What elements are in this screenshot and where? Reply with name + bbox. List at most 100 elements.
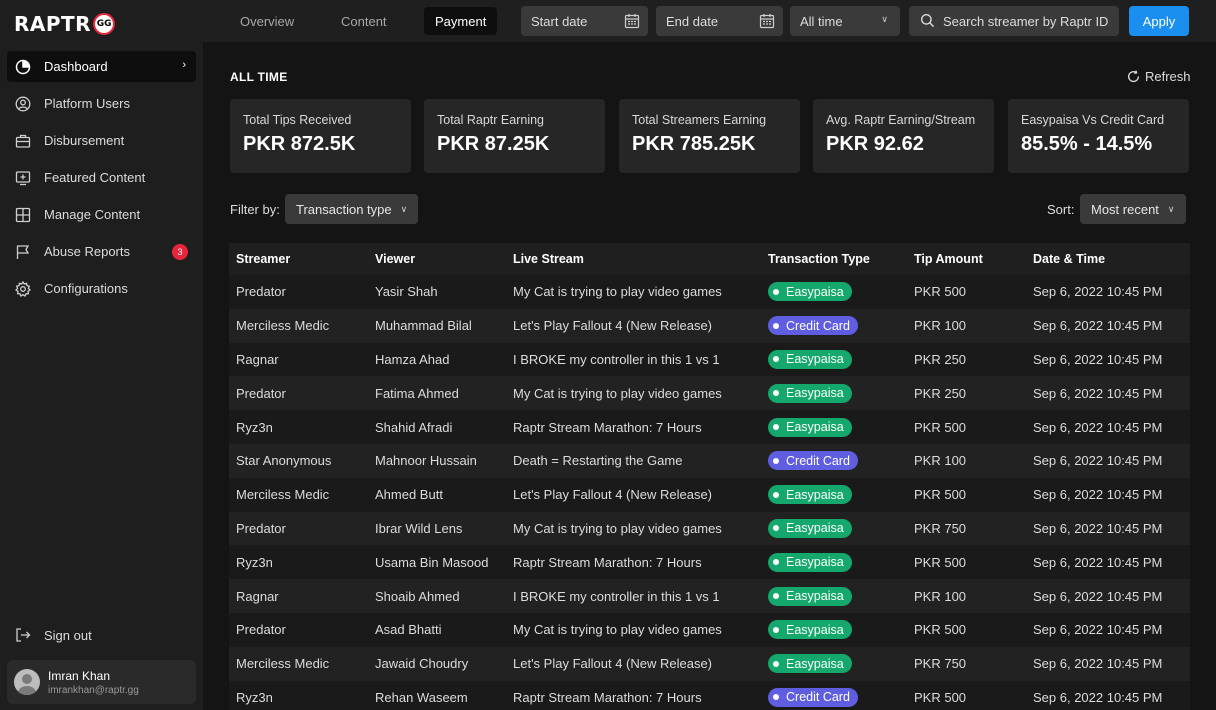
- viewer-cell: Usama Bin Masood: [368, 545, 506, 580]
- sidebar-item-label: Dashboard: [44, 59, 108, 74]
- table-row[interactable]: Merciless Medic Ahmed Butt Let's Play Fall…: [229, 477, 1190, 512]
- transaction-type-filter[interactable]: Transaction type ∨: [285, 194, 419, 224]
- table-row[interactable]: Merciless Medic Jawaid Choudry Let's Play …: [229, 646, 1190, 681]
- tip-amount-cell: PKR 250: [907, 342, 1026, 377]
- tip-amount-cell: PKR 100: [907, 579, 1026, 613]
- streamer-cell: Ragnar: [229, 579, 368, 613]
- sidebar-item-configurations[interactable]: Configurations: [7, 273, 196, 304]
- column-header[interactable]: Date & Time: [1026, 243, 1190, 275]
- live-stream-cell: I BROKE my controller in this 1 vs 1: [506, 342, 761, 377]
- transaction-type-cell: Credit Card: [761, 308, 907, 343]
- start-date-placeholder: Start date: [531, 13, 588, 29]
- stat-label: Total Streamers Earning: [632, 113, 767, 127]
- tip-amount-cell: PKR 500: [907, 612, 1026, 647]
- raptr-logo[interactable]: RAPTR GG: [14, 10, 116, 38]
- end-date-field[interactable]: End date: [656, 6, 783, 36]
- search-input[interactable]: Search streamer by Raptr ID: [909, 6, 1119, 36]
- table-body: Predator Yasir Shah My Cat is trying to pl…: [229, 275, 1190, 710]
- transaction-type-cell: Easypaisa: [761, 612, 907, 647]
- section-title: ALL TIME: [230, 70, 288, 84]
- chevron-down-icon: ∨: [400, 203, 408, 214]
- viewer-cell: Asad Bhatti: [368, 612, 506, 647]
- stat-label: Total Tips Received: [243, 113, 352, 127]
- sidebar-item-dashboard[interactable]: Dashboard ›: [7, 51, 196, 82]
- sidebar-item-abuse-reports[interactable]: Abuse Reports 3: [7, 236, 196, 267]
- status-dot-icon: [773, 525, 779, 532]
- table-row[interactable]: Merciless Medic Muhammad Bilal Let's Play …: [229, 308, 1190, 343]
- sign-out-button[interactable]: Sign out: [15, 627, 92, 643]
- start-date-field[interactable]: Start date: [521, 6, 648, 36]
- column-header[interactable]: Transaction Type: [761, 243, 907, 275]
- streamer-cell: Predator: [229, 612, 368, 647]
- date-time-cell: Sep 6, 2022 10:45 PM: [1026, 579, 1190, 613]
- transaction-type-badge: Easypaisa: [768, 383, 852, 403]
- column-header[interactable]: Tip Amount: [907, 243, 1026, 275]
- date-time-cell: Sep 6, 2022 10:45 PM: [1026, 680, 1190, 710]
- transaction-type-badge: Easypaisa: [768, 518, 852, 538]
- sidebar-item-platform-users[interactable]: Platform Users: [7, 88, 196, 119]
- viewer-cell: Jawaid Choudry: [368, 646, 506, 681]
- sidebar-item-featured-content[interactable]: Featured Content: [7, 162, 196, 193]
- streamer-cell: Ryz3n: [229, 410, 368, 444]
- transaction-type-cell: Easypaisa: [761, 477, 907, 512]
- streamer-cell: Ragnar: [229, 342, 368, 377]
- live-stream-cell: My Cat is trying to play video games: [506, 511, 761, 546]
- chevron-right-icon: ›: [182, 59, 186, 71]
- user-profile[interactable]: Imran Khan imrankhan@raptr.gg: [7, 660, 196, 704]
- table-row[interactable]: Ryz3n Usama Bin Masood Raptr Stream Marath…: [229, 545, 1190, 580]
- time-range-select[interactable]: All time ∨: [790, 6, 900, 36]
- tab-content[interactable]: Content: [330, 7, 398, 35]
- user-name: Imran Khan: [48, 668, 111, 683]
- table-row[interactable]: Ryz3n Rehan Waseem Raptr Stream Marathon: …: [229, 680, 1190, 710]
- table-row[interactable]: Ryz3n Shahid Afradi Raptr Stream Marathon:…: [229, 410, 1190, 444]
- stat-value: PKR 785.25K: [632, 133, 756, 155]
- transaction-type-cell: Easypaisa: [761, 579, 907, 613]
- sidebar-item-label: Disbursement: [44, 133, 125, 148]
- refresh-label: Refresh: [1145, 69, 1191, 84]
- tab-overview[interactable]: Overview: [229, 7, 305, 35]
- apply-button[interactable]: Apply: [1129, 6, 1189, 36]
- tab-payment[interactable]: Payment: [424, 7, 498, 35]
- transaction-type-cell: Easypaisa: [761, 511, 907, 546]
- transaction-type-cell: Easypaisa: [761, 545, 907, 580]
- transaction-type-cell: Credit Card: [761, 443, 907, 478]
- table-row[interactable]: Ragnar Shoaib Ahmed I BROKE my controller …: [229, 579, 1190, 613]
- tip-amount-cell: PKR 500: [907, 680, 1026, 710]
- table-row[interactable]: Star Anonymous Mahnoor Hussain Death = Res…: [229, 443, 1190, 478]
- table-row[interactable]: Predator Asad Bhatti My Cat is trying to p…: [229, 612, 1190, 647]
- transaction-type-label: Credit Card: [786, 453, 850, 468]
- live-stream-cell: Let's Play Fallout 4 (New Release): [506, 646, 761, 681]
- column-header[interactable]: Live Stream: [506, 243, 761, 275]
- table-row[interactable]: Predator Yasir Shah My Cat is trying to pl…: [229, 275, 1190, 309]
- sort-select[interactable]: Most recent ∨: [1080, 194, 1186, 224]
- refresh-icon: [1127, 70, 1140, 83]
- user-circle-icon: [15, 96, 31, 112]
- stat-value: PKR 872.5K: [243, 133, 356, 155]
- avatar: [14, 669, 40, 695]
- status-dot-icon: [773, 559, 779, 566]
- date-time-cell: Sep 6, 2022 10:45 PM: [1026, 410, 1190, 444]
- column-header[interactable]: Streamer: [229, 243, 368, 275]
- refresh-button[interactable]: Refresh: [1127, 69, 1191, 84]
- viewer-cell: Ahmed Butt: [368, 477, 506, 512]
- logo-text: RAPTR: [14, 12, 92, 36]
- transaction-type-label: Easypaisa: [786, 487, 844, 502]
- search-icon: [920, 13, 935, 28]
- sidebar-item-label: Abuse Reports: [44, 244, 130, 259]
- viewer-cell: Fatima Ahmed: [368, 376, 506, 411]
- column-header[interactable]: Viewer: [368, 243, 506, 275]
- sidebar-item-disbursement[interactable]: Disbursement: [7, 125, 196, 156]
- transaction-type-label: Easypaisa: [786, 352, 844, 367]
- table-row[interactable]: Ragnar Hamza Ahad I BROKE my controller in…: [229, 342, 1190, 377]
- logo-badge: GG: [93, 13, 116, 35]
- transaction-type-label: Easypaisa: [786, 589, 844, 604]
- table-row[interactable]: Predator Fatima Ahmed My Cat is trying to …: [229, 376, 1190, 411]
- tip-amount-cell: PKR 500: [907, 410, 1026, 444]
- date-time-cell: Sep 6, 2022 10:45 PM: [1026, 342, 1190, 377]
- streamer-cell: Ryz3n: [229, 545, 368, 580]
- sidebar-item-manage-content[interactable]: Manage Content: [7, 199, 196, 230]
- transaction-type-label: Easypaisa: [786, 386, 844, 401]
- transaction-type-badge: Easypaisa: [768, 417, 852, 437]
- stat-card-payment-split: Easypaisa Vs Credit Card 85.5% - 14.5%: [1008, 99, 1189, 173]
- table-row[interactable]: Predator Ibrar Wild Lens My Cat is trying …: [229, 511, 1190, 546]
